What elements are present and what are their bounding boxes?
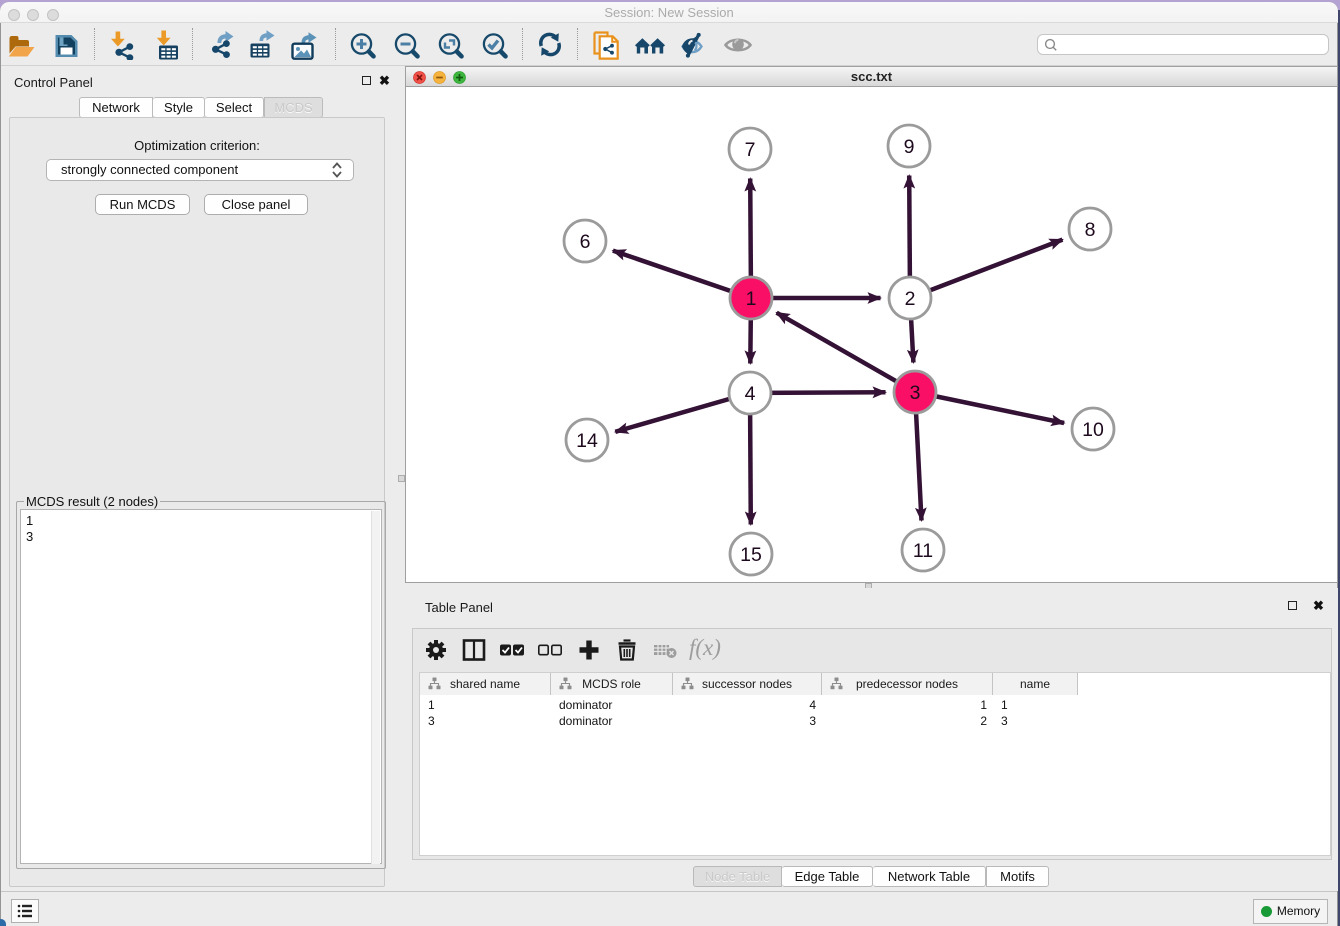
svg-text:6: 6: [580, 231, 591, 253]
svg-text:10: 10: [1082, 419, 1104, 441]
svg-text:2: 2: [905, 288, 916, 310]
svg-text:3: 3: [910, 382, 921, 404]
svg-text:7: 7: [745, 139, 756, 161]
svg-text:15: 15: [740, 544, 762, 566]
svg-text:8: 8: [1085, 219, 1096, 241]
svg-text:4: 4: [745, 383, 756, 405]
svg-text:9: 9: [904, 136, 915, 158]
svg-text:1: 1: [746, 288, 757, 310]
svg-text:11: 11: [913, 540, 933, 562]
svg-text:14: 14: [576, 430, 598, 452]
